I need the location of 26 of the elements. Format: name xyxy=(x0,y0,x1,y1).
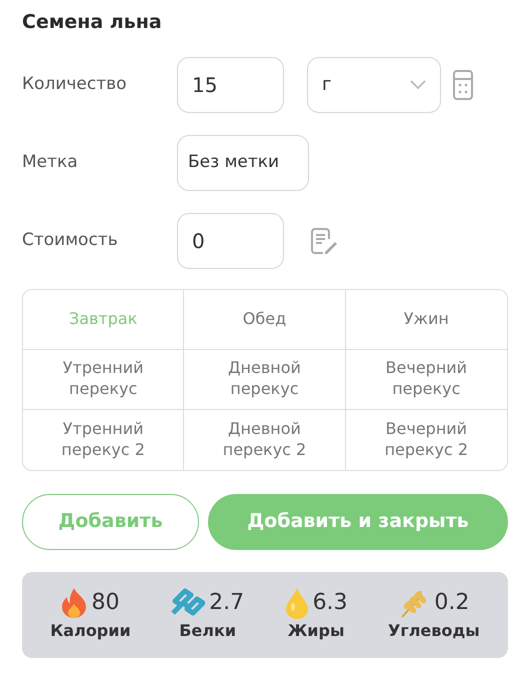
nutrient-value: 6.3 xyxy=(312,589,348,617)
note-edit-icon[interactable] xyxy=(310,226,338,254)
field-label: Количество xyxy=(22,72,128,96)
meal-option[interactable]: Дневной перекус xyxy=(184,350,346,410)
nutrient-value: 2.7 xyxy=(209,589,244,617)
calculator-icon[interactable] xyxy=(453,70,473,100)
meal-option[interactable]: Обед xyxy=(184,290,346,350)
field-label: Стоимость xyxy=(22,228,119,252)
nutrient-label: Белки xyxy=(179,620,236,642)
meal-option[interactable]: Утренний перекус 2 xyxy=(23,410,184,470)
nutrient-value: 0.2 xyxy=(434,589,470,617)
chevron-down-icon xyxy=(410,80,426,90)
food-title: Семена льна xyxy=(22,10,163,35)
input-field[interactable]: 15 xyxy=(177,56,284,112)
input-field[interactable]: 0 xyxy=(177,212,284,268)
nutrient-label: Жиры xyxy=(288,620,344,642)
nutrient-label: Углеводы xyxy=(388,620,480,642)
unit-select[interactable]: г xyxy=(307,56,441,112)
nutrient-label: Калории xyxy=(50,620,131,642)
input-field[interactable]: Без метки xyxy=(177,134,309,190)
meal-option[interactable]: Ужин xyxy=(346,290,507,350)
nutrient-value: 80 xyxy=(91,589,120,617)
field-label: Метка xyxy=(22,150,79,174)
flame-icon xyxy=(61,586,88,618)
meal-option[interactable]: Утренний перекус xyxy=(23,350,184,410)
drop-icon xyxy=(284,586,309,618)
